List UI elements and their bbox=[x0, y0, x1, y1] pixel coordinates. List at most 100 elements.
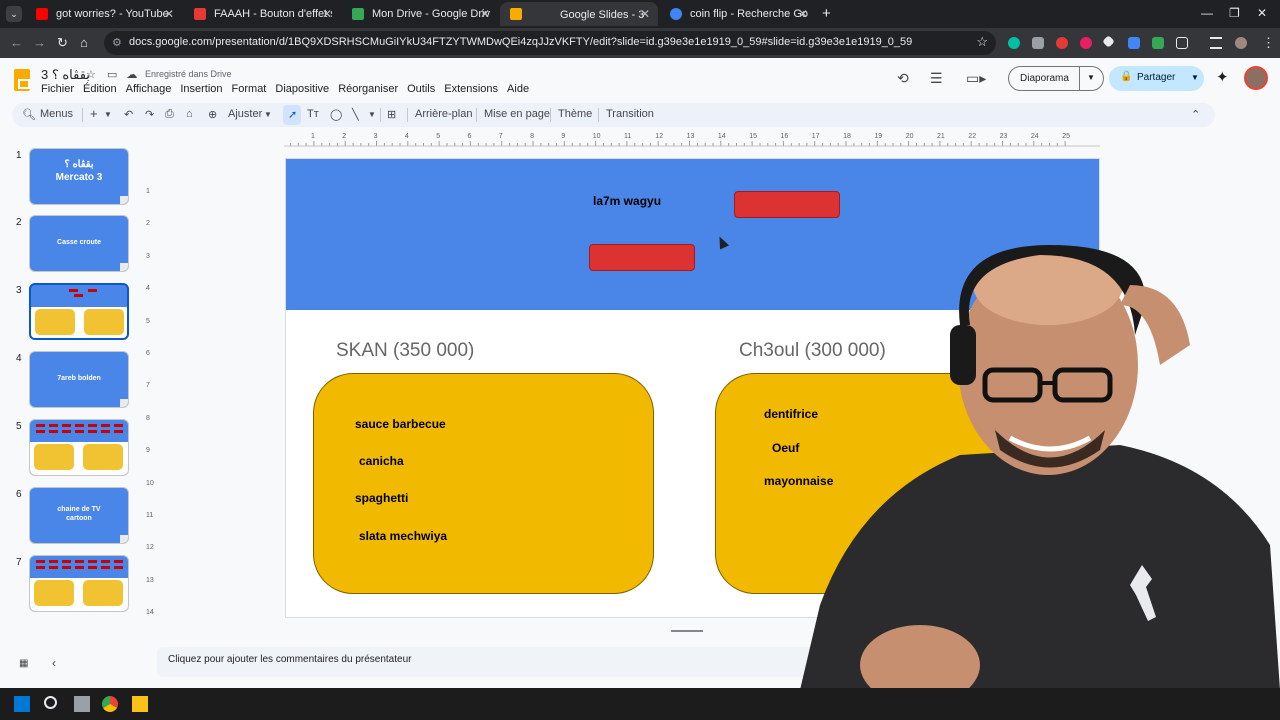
layout-button[interactable]: Mise en page bbox=[484, 108, 550, 120]
theme-button[interactable]: Thème bbox=[558, 108, 592, 120]
extension-icon[interactable] bbox=[1102, 35, 1115, 48]
bookmark-star-icon[interactable]: ☆ bbox=[976, 34, 988, 50]
slide-thumbnail-7[interactable] bbox=[29, 555, 129, 612]
star-icon[interactable]: ☆ bbox=[86, 69, 96, 81]
cloud-saved-icon[interactable]: ☁ bbox=[126, 69, 137, 81]
slide-thumbnail-2[interactable]: Casse croute bbox=[29, 215, 129, 272]
close-tab-icon[interactable]: ✕ bbox=[640, 7, 650, 21]
browser-tab-drive[interactable]: Mon Drive - Google Drive ✕ bbox=[342, 2, 498, 26]
minimize-icon[interactable]: — bbox=[1201, 6, 1213, 20]
menu-insertion[interactable]: Insertion bbox=[180, 83, 222, 95]
chevron-down-icon[interactable]: ▼ bbox=[1191, 73, 1199, 82]
browser-tab-faaah[interactable]: FAAAH - Bouton d'effet sonore ✕ bbox=[184, 2, 340, 26]
meet-camera-icon[interactable]: ▭▸ bbox=[966, 70, 986, 87]
menu-edition[interactable]: Édition bbox=[83, 83, 117, 95]
close-window-icon[interactable]: ✕ bbox=[1257, 6, 1267, 20]
windows-start-icon[interactable] bbox=[14, 696, 30, 712]
close-tab-icon[interactable]: ✕ bbox=[480, 7, 490, 21]
gemini-sparkle-icon[interactable]: ✦ bbox=[1216, 68, 1229, 86]
home-icon[interactable]: ⌂ bbox=[80, 35, 88, 50]
slide-thumbnail-1[interactable]: بقڤاه ؟ Mercato 3 bbox=[29, 148, 129, 205]
tab-search-icon[interactable]: ⌄ bbox=[6, 6, 22, 22]
slides-logo-icon[interactable] bbox=[14, 69, 30, 91]
back-icon[interactable]: ← bbox=[10, 35, 23, 50]
background-button[interactable]: Arrière-plan bbox=[415, 108, 472, 120]
camera-extension-icon[interactable] bbox=[1032, 37, 1044, 49]
close-tab-icon[interactable]: ✕ bbox=[798, 7, 808, 21]
new-slide-icon[interactable]: + bbox=[90, 106, 98, 121]
task-view-icon[interactable] bbox=[74, 696, 90, 712]
text-box-icon[interactable]: Tт bbox=[307, 108, 319, 120]
browser-menu-icon[interactable]: ⋮ bbox=[1262, 35, 1275, 51]
vertical-ruler[interactable]: 1 2 3 4 5 6 7 8 9 10 11 12 13 14 bbox=[144, 160, 156, 620]
red-box-2[interactable] bbox=[589, 244, 695, 271]
menu-format[interactable]: Format bbox=[232, 83, 267, 95]
left-column-title[interactable]: SKAN (350 000) bbox=[336, 340, 474, 362]
menu-diapositive[interactable]: Diapositive bbox=[275, 83, 329, 95]
extension-icon[interactable] bbox=[1008, 37, 1020, 49]
menus-search[interactable]: Menus bbox=[40, 108, 73, 120]
comments-icon[interactable]: ☰ bbox=[930, 70, 943, 87]
forward-icon[interactable]: → bbox=[33, 35, 46, 50]
search-icon[interactable] bbox=[44, 696, 57, 709]
zoom-icon[interactable]: ⊕ bbox=[208, 108, 217, 121]
menu-extensions[interactable]: Extensions bbox=[444, 83, 498, 95]
new-tab-icon[interactable]: + bbox=[822, 5, 831, 22]
version-history-icon[interactable]: ⟲ bbox=[897, 70, 909, 87]
chevron-down-icon[interactable]: ▼ bbox=[1087, 73, 1095, 82]
record-extension-icon[interactable] bbox=[1056, 37, 1068, 49]
print-icon[interactable]: ⎙ bbox=[165, 108, 174, 121]
address-bar[interactable]: ⚙ docs.google.com/presentation/d/1BQ9XDS… bbox=[104, 31, 996, 55]
slide-thumbnail-4[interactable]: 7areb bolden bbox=[29, 351, 129, 408]
menu-fichier[interactable]: Fichier bbox=[41, 83, 74, 95]
collapse-filmstrip-icon[interactable]: ‹ bbox=[52, 656, 56, 670]
profile-avatar[interactable] bbox=[1235, 37, 1247, 49]
chevron-down-icon[interactable]: ▼ bbox=[368, 110, 376, 119]
resize-handle[interactable] bbox=[671, 630, 703, 632]
left-yellow-box[interactable]: sauce barbecue canicha spaghetti slata m… bbox=[313, 373, 654, 594]
grid-view-icon[interactable]: ▦ bbox=[19, 658, 28, 669]
browser-tab-slides[interactable]: Google Slides - بقڤاه ؟ 3 ✕ bbox=[500, 2, 658, 26]
chevron-down-icon[interactable]: ▼ bbox=[264, 110, 272, 119]
slide-thumbnail-6[interactable]: chaine de TV cartoon bbox=[29, 487, 129, 544]
slide-thumbnail-5[interactable] bbox=[29, 419, 129, 476]
chrome-icon[interactable] bbox=[102, 696, 118, 712]
extension-icon[interactable] bbox=[1080, 37, 1092, 49]
move-folder-icon[interactable]: ▭ bbox=[107, 69, 117, 81]
translate-extension-icon[interactable] bbox=[1128, 37, 1140, 49]
transition-button[interactable]: Transition bbox=[606, 108, 654, 120]
search-icon[interactable]: 🔍︎ bbox=[22, 108, 36, 121]
document-title[interactable]: بقڤاه ؟ 3 bbox=[41, 67, 90, 83]
redo-icon[interactable]: ↷ bbox=[145, 108, 154, 121]
browser-tab-google[interactable]: coin flip - Recherche Google ✕ bbox=[660, 2, 816, 26]
account-avatar[interactable] bbox=[1244, 66, 1268, 90]
restore-icon[interactable]: ❐ bbox=[1229, 6, 1240, 20]
reload-icon[interactable]: ↻ bbox=[57, 35, 68, 51]
horizontal-ruler[interactable]: 1 2 3 4 5 6 7 8 9 10 11 12 13 14 15 16 17 18 19 20 21 22 23 24 2… bbox=[284, 133, 1100, 147]
line-icon[interactable]: ╲ bbox=[352, 108, 359, 121]
menu-aide[interactable]: Aide bbox=[507, 83, 529, 95]
menu-reorganiser[interactable]: Réorganiser bbox=[338, 83, 398, 95]
select-pointer-icon[interactable]: ➚ bbox=[288, 108, 297, 121]
header-name-text[interactable]: la7m wagyu bbox=[593, 194, 661, 208]
shape-icon[interactable]: ◯ bbox=[330, 108, 342, 121]
red-box-1[interactable] bbox=[734, 191, 840, 218]
tab-groups-icon[interactable] bbox=[1210, 37, 1222, 49]
slideshow-button[interactable]: Diaporama ▼ bbox=[1008, 66, 1104, 91]
undo-icon[interactable]: ↶ bbox=[124, 108, 133, 121]
browser-tab-youtube[interactable]: got worries? - YouTube ✕ bbox=[26, 2, 182, 26]
zoom-select[interactable]: Ajuster bbox=[228, 108, 262, 120]
extensions-puzzle-icon[interactable] bbox=[1176, 37, 1188, 49]
file-explorer-icon[interactable] bbox=[132, 696, 148, 712]
extension-icon[interactable] bbox=[1152, 37, 1164, 49]
paint-format-icon[interactable]: ⌂ bbox=[186, 108, 193, 120]
share-button[interactable]: 🔒 Partager ▼ bbox=[1109, 66, 1204, 91]
collapse-toolbar-icon[interactable]: ⌃ bbox=[1191, 108, 1200, 121]
close-tab-icon[interactable]: ✕ bbox=[164, 7, 174, 21]
menu-affichage[interactable]: Affichage bbox=[126, 83, 172, 95]
site-info-icon[interactable]: ⚙ bbox=[112, 36, 122, 49]
menu-outils[interactable]: Outils bbox=[407, 83, 435, 95]
slide-thumbnail-3[interactable] bbox=[29, 283, 129, 340]
chevron-down-icon[interactable]: ▼ bbox=[104, 110, 112, 119]
close-tab-icon[interactable]: ✕ bbox=[322, 7, 332, 21]
